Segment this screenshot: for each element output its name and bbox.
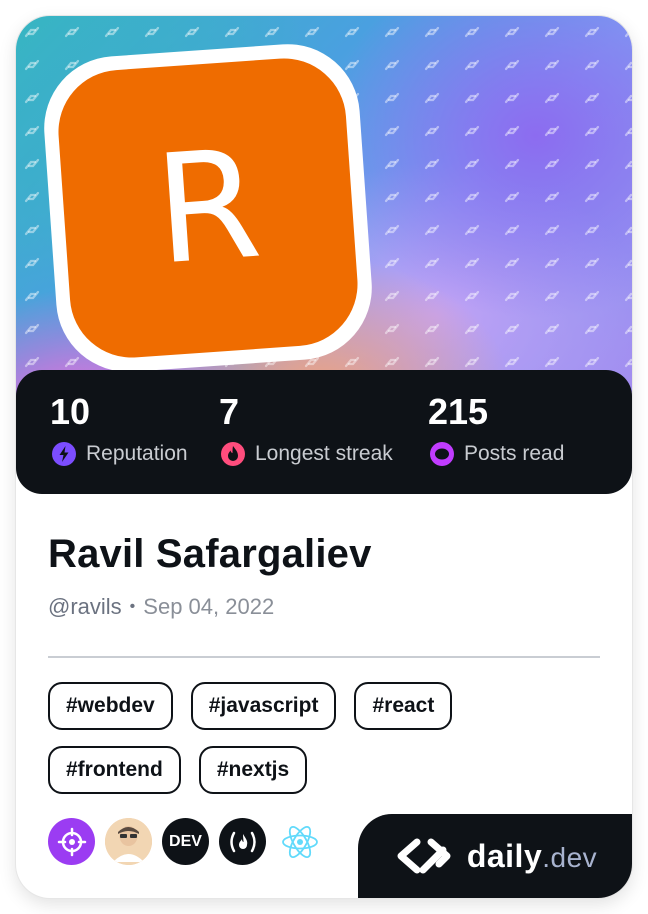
tag-webdev[interactable]: #webdev xyxy=(48,682,173,730)
squad-list: DEV xyxy=(48,818,323,865)
lightning-icon xyxy=(52,442,76,466)
react-squad-icon[interactable] xyxy=(276,818,323,865)
freecodecamp-squad-icon[interactable] xyxy=(219,818,266,865)
dev-squad-label: DEV xyxy=(169,832,202,850)
reputation-value: 10 xyxy=(50,391,91,432)
daily-dev-logo-icon xyxy=(397,838,451,874)
streak-value: 7 xyxy=(219,391,240,432)
join-date: Sep 04, 2022 xyxy=(143,594,275,619)
posts-read-value: 215 xyxy=(428,391,489,432)
posts-read-label: Posts read xyxy=(464,442,565,465)
brand-name: daily xyxy=(466,837,543,874)
flame-icon xyxy=(221,442,245,466)
meta-separator: • xyxy=(129,598,136,615)
person-avatar-squad-icon[interactable] xyxy=(105,818,152,865)
avatar-frame: R xyxy=(39,39,377,377)
avatar-initial: R xyxy=(149,117,267,299)
tag-react[interactable]: #react xyxy=(354,682,453,730)
streak-label: Longest streak xyxy=(255,442,393,465)
avatar: R xyxy=(54,54,362,362)
tag-frontend[interactable]: #frontend xyxy=(48,746,181,794)
tag-list: #webdev #javascript #react #frontend #ne… xyxy=(48,682,608,810)
tag-javascript[interactable]: #javascript xyxy=(190,682,337,730)
brand-suffix: .dev xyxy=(542,841,598,873)
profile-name: Ravil Safargaliev xyxy=(48,532,372,576)
stat-posts-read: 215 Posts read xyxy=(428,392,564,468)
eye-icon xyxy=(430,442,454,466)
dev-squad-icon[interactable]: DEV xyxy=(162,818,209,865)
stat-reputation: 10 Reputation xyxy=(50,392,188,468)
reputation-label: Reputation xyxy=(86,442,188,465)
daily-dev-brand: daily.dev xyxy=(358,814,632,898)
profile-meta: @ravils • Sep 04, 2022 xyxy=(48,594,274,620)
divider xyxy=(48,656,600,658)
crosshair-squad-icon[interactable] xyxy=(48,818,95,865)
tag-nextjs[interactable]: #nextjs xyxy=(198,746,308,794)
profile-handle: @ravils xyxy=(48,594,122,619)
stat-longest-streak: 7 Longest streak xyxy=(219,392,393,468)
stats-bar: 10 Reputation 7 Longest streak 215 Posts xyxy=(16,370,632,494)
brand-wordmark: daily.dev xyxy=(467,838,597,875)
